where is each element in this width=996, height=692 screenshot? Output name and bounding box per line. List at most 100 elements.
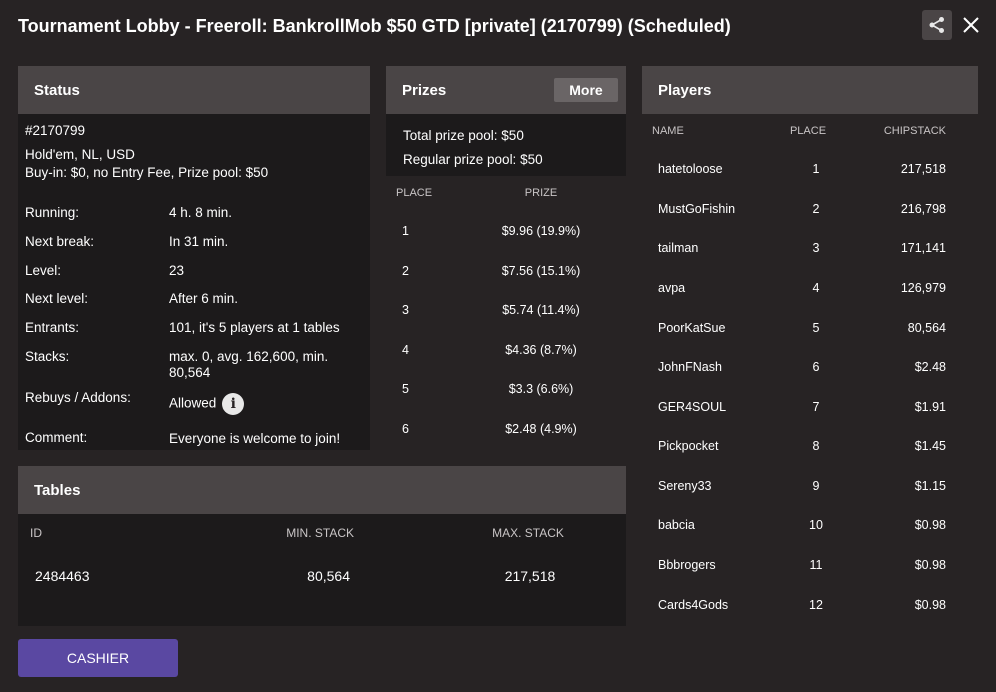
- tables-header: Tables: [18, 466, 626, 514]
- player-chipstack: $0.98: [914, 598, 946, 612]
- prize-row: 2 $7.56 (15.1%): [386, 264, 626, 284]
- player-name: PoorKatSue: [658, 321, 726, 335]
- status-value: 4 h. 8 min.: [169, 205, 233, 220]
- prize-amount: $2.48 (4.9%): [505, 422, 577, 436]
- prize-place: 6: [402, 422, 409, 436]
- player-chipstack: $0.98: [914, 518, 946, 532]
- player-row[interactable]: Cards4Gods 12 $0.98: [642, 598, 978, 618]
- status-value: In 31 min.: [169, 234, 229, 249]
- status-value: Allowed: [169, 395, 217, 411]
- player-chipstack: 80,564: [907, 321, 946, 335]
- close-button[interactable]: [958, 12, 984, 38]
- player-place: 7: [812, 400, 820, 414]
- cashier-button[interactable]: CASHIER: [18, 639, 178, 677]
- player-row[interactable]: hatetoloose 1 217,518: [642, 162, 978, 182]
- status-row-next-break: Next break: In 31 min.: [25, 234, 365, 250]
- prize-row: 5 $3.3 (6.6%): [386, 382, 626, 402]
- status-value: After 6 min.: [169, 291, 239, 306]
- player-place: 5: [812, 321, 820, 335]
- status-row-comment: Comment: Everyone is welcome to join! Yo…: [25, 430, 365, 450]
- player-row[interactable]: JohnFNash 6 $2.48: [642, 360, 978, 380]
- player-row[interactable]: PoorKatSue 5 80,564: [642, 321, 978, 341]
- share-button[interactable]: [922, 10, 952, 40]
- player-chipstack: 171,141: [900, 241, 946, 255]
- player-name: MustGoFishin: [658, 202, 736, 216]
- status-value: max. 0, avg. 162,600, min. 80,564: [169, 349, 329, 380]
- prize-amount: $7.56 (15.1%): [501, 264, 581, 278]
- status-value: 23: [169, 263, 185, 278]
- player-name: babcia: [658, 518, 695, 532]
- status-row-level: Level: 23: [25, 263, 365, 279]
- info-icon[interactable]: i: [222, 393, 245, 415]
- status-header: Status: [18, 66, 370, 114]
- status-label: Level:: [25, 263, 62, 278]
- status-panel: #2170799 Hold'em, NL, USD Buy-in: $0, no…: [18, 114, 370, 450]
- player-place: 8: [812, 439, 820, 453]
- player-place: 9: [812, 479, 820, 493]
- regular-prize-pool: Regular prize pool: $50: [403, 152, 543, 167]
- player-name: Cards4Gods: [658, 598, 729, 612]
- player-chipstack: $1.45: [914, 439, 946, 453]
- status-label: Running:: [25, 205, 80, 220]
- prize-row: 4 $4.36 (8.7%): [386, 343, 626, 363]
- player-place: 6: [812, 360, 820, 374]
- prize-place: 4: [402, 343, 409, 357]
- player-chipstack: $1.91: [914, 400, 946, 414]
- player-row[interactable]: tailman 3 171,141: [642, 241, 978, 261]
- player-place: 1: [812, 162, 820, 176]
- player-chipstack: 216,798: [900, 202, 946, 216]
- status-label: Next break:: [25, 234, 95, 249]
- prize-row: 3 $5.74 (11.4%): [386, 303, 626, 323]
- player-name: Pickpocket: [658, 439, 719, 453]
- player-row[interactable]: Bbbrogers 11 $0.98: [642, 558, 978, 578]
- players-header: Players: [642, 66, 978, 114]
- player-row[interactable]: babcia 10 $0.98: [642, 518, 978, 538]
- player-chipstack: $1.15: [914, 479, 946, 493]
- player-row[interactable]: Pickpocket 8 $1.45: [642, 439, 978, 459]
- prize-place: 5: [402, 382, 409, 396]
- player-name: Bbbrogers: [658, 558, 716, 572]
- players-col-chipstack: CHIPSTACK: [883, 125, 946, 137]
- window-title: Tournament Lobby - Freeroll: BankrollMob…: [18, 16, 731, 36]
- player-row[interactable]: avpa 4 126,979: [642, 281, 978, 301]
- player-row[interactable]: Sereny33 9 $1.15: [642, 479, 978, 499]
- player-chipstack: $2.48: [914, 360, 946, 374]
- player-chipstack: 217,518: [900, 162, 946, 176]
- prize-place: 2: [402, 264, 409, 278]
- player-name: tailman: [658, 241, 699, 255]
- prize-place: 1: [402, 224, 409, 238]
- player-place: 11: [809, 558, 823, 572]
- status-row-stacks: Stacks: max. 0, avg. 162,600, min. 80,56…: [25, 349, 365, 381]
- status-label: Comment:: [25, 430, 88, 445]
- status-row-rebuys: Rebuys / Addons: Allowed i: [25, 390, 365, 415]
- prize-row: 6 $2.48 (4.9%): [386, 422, 626, 442]
- more-button[interactable]: More: [554, 78, 618, 102]
- player-place: 3: [812, 241, 820, 255]
- status-row-running: Running: 4 h. 8 min.: [25, 205, 365, 221]
- status-row-next-level: Next level: After 6 min.: [25, 291, 365, 307]
- prize-row: 1 $9.96 (19.9%): [386, 224, 626, 244]
- table-id: 2484463: [35, 568, 90, 584]
- game-type: Hold'em, NL, USD: [25, 147, 135, 162]
- prize-amount: $9.96 (19.9%): [501, 224, 581, 238]
- player-row[interactable]: MustGoFishin 2 216,798: [642, 202, 978, 222]
- player-place: 12: [809, 598, 823, 612]
- table-min-stack: 80,564: [307, 568, 350, 584]
- table-row[interactable]: 2484463 80,564 217,518: [18, 558, 626, 598]
- status-label: Stacks:: [25, 349, 70, 364]
- status-value: 101, it's 5 players at 1 tables: [169, 320, 340, 335]
- close-icon: [963, 17, 979, 33]
- table-max-stack: 217,518: [504, 568, 556, 584]
- prizes-col-place: PLACE: [396, 187, 433, 199]
- status-label: Next level:: [25, 291, 89, 306]
- status-row-entrants: Entrants: 101, it's 5 players at 1 table…: [25, 320, 365, 336]
- prize-amount: $4.36 (8.7%): [505, 343, 577, 357]
- status-label: Entrants:: [25, 320, 80, 335]
- player-name: GER4SOUL: [658, 400, 727, 414]
- tables-col-min-stack: MIN. STACK: [286, 526, 354, 540]
- player-place: 4: [812, 281, 820, 295]
- status-value: Everyone is welcome to join! You will fi…: [169, 431, 341, 450]
- player-row[interactable]: GER4SOUL 7 $1.91: [642, 400, 978, 420]
- tables-panel: ID MIN. STACK MAX. STACK 2484463 80,564 …: [18, 514, 626, 626]
- prize-summary: Total prize pool: $50 Regular prize pool…: [386, 114, 626, 176]
